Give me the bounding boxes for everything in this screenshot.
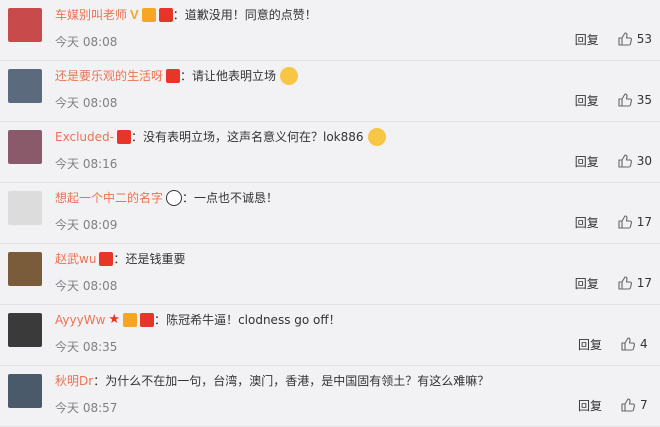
commenter-name[interactable]: 想起一个中二的名字	[55, 189, 163, 207]
comment-line: AyyyWw ★ ：陈冠希牛逼！clodness go off！	[55, 311, 652, 329]
verified-icon: V	[130, 7, 139, 22]
reply-button[interactable]: 回复	[575, 275, 599, 292]
comment-actions: 回复 17	[575, 274, 652, 292]
comment-text: 还是钱重要	[125, 252, 186, 266]
commenter-name[interactable]: 秋明Dr	[55, 372, 93, 390]
reply-button[interactable]: 回复	[575, 214, 599, 231]
comment-item: 赵武wu ：还是钱重要 今天 08:08 回复 17	[0, 244, 660, 305]
separator-colon: ：	[180, 69, 193, 83]
comment-list: 车媒别叫老师 V：道歉没用！同意的点赞！ 今天 08:08 回复 53 还是要乐观的生活呀…	[0, 0, 660, 427]
like-count: 35	[636, 93, 652, 107]
avatar[interactable]	[8, 313, 42, 347]
like-button[interactable]: 4	[620, 336, 652, 352]
coin-icon	[141, 8, 156, 22]
comment-time: 今天 08:08	[55, 279, 118, 293]
comment-time: 今天 08:08	[55, 35, 118, 49]
reply-button[interactable]: 回复	[578, 397, 602, 414]
avatar[interactable]	[8, 374, 42, 408]
like-count: 4	[640, 337, 648, 351]
separator-colon: ：	[172, 8, 185, 22]
commenter-name[interactable]: 赵武wu	[55, 250, 96, 268]
reply-button[interactable]: 回复	[575, 153, 599, 170]
medal-icon	[99, 252, 114, 266]
star-icon: ★	[108, 312, 121, 327]
like-button[interactable]: 7	[620, 397, 652, 413]
comment-time: 今天 08:09	[55, 218, 118, 232]
comment-actions: 回复 53	[575, 30, 652, 48]
comment-text: 为什么不在加一句，台湾，澳门，香港，是中国固有领土？有这么难嘛？	[105, 374, 490, 388]
panda-icon	[166, 190, 183, 206]
emoji-icon	[367, 128, 386, 146]
medal-icon	[158, 8, 173, 22]
coin-icon	[123, 313, 138, 327]
comment-item: 车媒别叫老师 V ：道歉没用！同意的点赞！ 今天 08:08 回复 53	[0, 0, 660, 61]
commenter-name[interactable]: 车媒别叫老师	[55, 6, 127, 24]
like-button[interactable]: 30	[617, 153, 652, 169]
comment-item: 还是要乐观的生活呀 ：请让他表明立场今天 08:08 回复 35	[0, 61, 660, 122]
comment-time: 今天 08:57	[55, 401, 118, 415]
avatar[interactable]	[8, 69, 42, 103]
like-button[interactable]: 17	[617, 275, 652, 291]
comment-actions: 回复 30	[575, 152, 652, 170]
comment-time: 今天 08:16	[55, 157, 118, 171]
comment-actions: 回复 17	[575, 213, 652, 231]
thumbs-up-icon	[621, 337, 635, 351]
comment-time: 今天 08:35	[55, 340, 118, 354]
thumbs-up-icon	[618, 93, 632, 107]
comment-text: 请让他表明立场	[192, 69, 277, 83]
reply-button[interactable]: 回复	[575, 92, 599, 109]
comment-text: 陈冠希牛逼！clodness go off！	[166, 313, 341, 327]
thumbs-up-icon	[618, 215, 632, 229]
emoji-icon	[280, 67, 299, 85]
comment-line: 想起一个中二的名字 ：一点也不诚恳！	[55, 189, 652, 207]
separator-colon: ：	[154, 313, 167, 327]
comment-item: 想起一个中二的名字 ：一点也不诚恳！ 今天 08:09 回复 17	[0, 183, 660, 244]
avatar[interactable]	[8, 191, 42, 225]
comment-text: 一点也不诚恳！	[194, 191, 279, 205]
like-count: 30	[636, 154, 652, 168]
comment-actions: 回复 35	[575, 91, 652, 109]
avatar[interactable]	[8, 252, 42, 286]
comment-line: Excluded- ：没有表明立场，这声名意义何在？lok886	[55, 128, 652, 146]
like-count: 17	[636, 215, 652, 229]
separator-colon: ：	[93, 374, 106, 388]
comment-item: Excluded- ：没有表明立场，这声名意义何在？lok886 今天 08:16 回…	[0, 122, 660, 183]
avatar[interactable]	[8, 8, 42, 42]
commenter-name[interactable]: Excluded-	[55, 128, 114, 146]
comment-time: 今天 08:08	[55, 96, 118, 110]
like-count: 53	[636, 32, 652, 46]
comment-actions: 回复 7	[578, 396, 652, 414]
thumbs-up-icon	[621, 398, 635, 412]
medal-icon	[116, 130, 131, 144]
separator-colon: ：	[130, 130, 143, 144]
comment-item: AyyyWw ★ ：陈冠希牛逼！clodness go off！ 今天 08:35 回复…	[0, 305, 660, 366]
like-button[interactable]: 17	[617, 214, 652, 230]
separator-colon: ：	[113, 252, 126, 266]
comment-text: 道歉没用！同意的点赞！	[184, 8, 317, 22]
like-count: 7	[640, 398, 648, 412]
medal-icon	[140, 313, 155, 327]
thumbs-up-icon	[618, 154, 632, 168]
commenter-name[interactable]: AyyyWw	[55, 311, 105, 329]
thumbs-up-icon	[618, 32, 632, 46]
comment-text: 没有表明立场，这声名意义何在？lok886	[142, 130, 364, 144]
reply-button[interactable]: 回复	[575, 31, 599, 48]
like-count: 17	[636, 276, 652, 290]
comment-item: 秋明Dr：为什么不在加一句，台湾，澳门，香港，是中国固有领土？有这么难嘛？ 今天 …	[0, 366, 660, 427]
comment-line: 赵武wu ：还是钱重要	[55, 250, 652, 268]
comment-line: 车媒别叫老师 V ：道歉没用！同意的点赞！	[55, 6, 652, 24]
like-button[interactable]: 53	[617, 31, 652, 47]
separator-colon: ：	[182, 191, 195, 205]
medal-icon	[166, 69, 181, 83]
comment-actions: 回复 4	[578, 335, 652, 353]
like-button[interactable]: 35	[617, 92, 652, 108]
comment-line: 秋明Dr：为什么不在加一句，台湾，澳门，香港，是中国固有领土？有这么难嘛？	[55, 372, 652, 390]
reply-button[interactable]: 回复	[578, 336, 602, 353]
thumbs-up-icon	[618, 276, 632, 290]
comment-line: 还是要乐观的生活呀 ：请让他表明立场	[55, 67, 652, 85]
avatar[interactable]	[8, 130, 42, 164]
commenter-name[interactable]: 还是要乐观的生活呀	[55, 67, 163, 85]
